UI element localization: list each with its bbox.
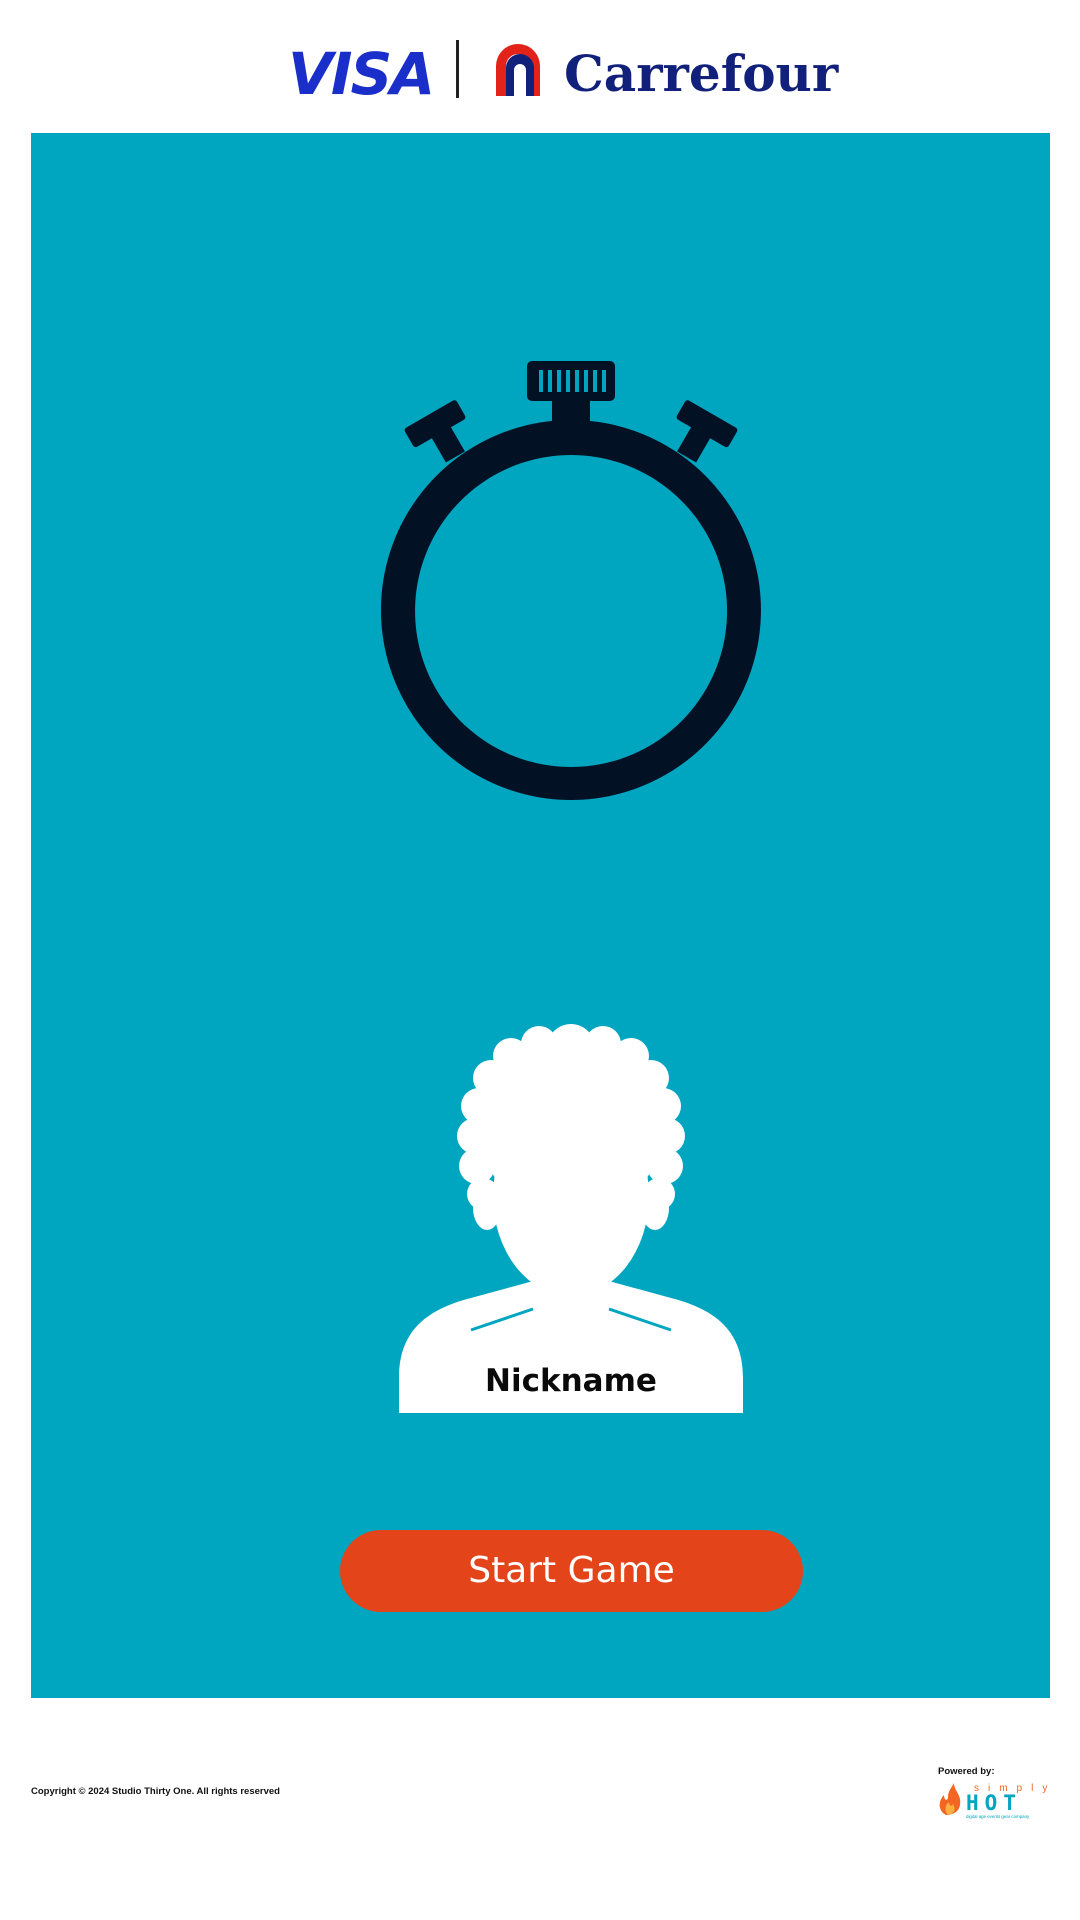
user-silhouette-icon [399,1024,743,1413]
carrefour-logo-icon [496,44,540,96]
simplyhot-logo: simply HOT digital age events gear compa… [939,1783,1047,1819]
game-start-screen: VISA Carrefour Nickname Start Game Copyr… [0,0,1080,1920]
simplyhot-main-text: HOT [966,1791,1022,1815]
simplyhot-tagline-text: digital age events gear company [966,1814,1030,1819]
copyright-text: Copyright © 2024 Studio Thirty One. All … [31,1786,280,1797]
powered-by-label: Powered by: [938,1766,995,1777]
nickname-label: Nickname [485,1363,657,1399]
start-game-button[interactable]: Start Game [340,1530,803,1612]
carrefour-logo: Carrefour [564,44,839,103]
logo-divider [456,40,459,98]
stopwatch-icon [381,361,761,800]
sponsor-header: VISA Carrefour [0,0,1080,133]
game-panel: Nickname Start Game [31,133,1050,1698]
visa-logo: VISA [288,40,435,108]
